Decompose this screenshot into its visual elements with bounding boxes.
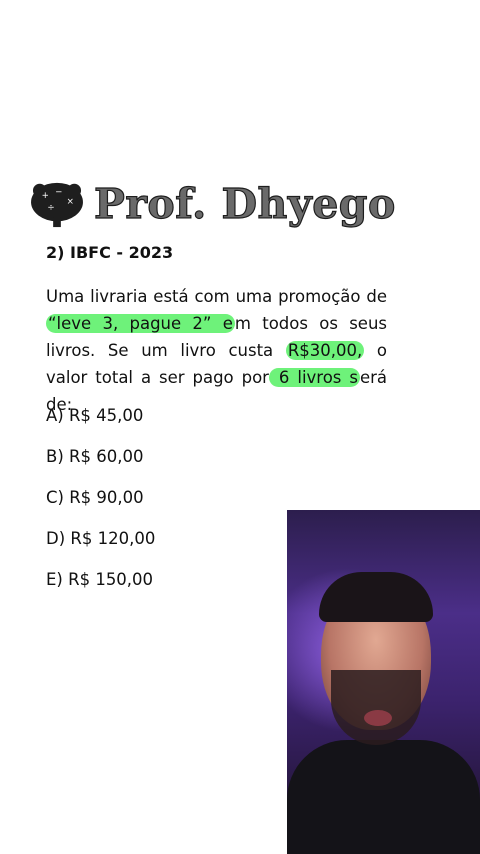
highlight-promo: “leve 3, pague 2” e (46, 314, 235, 333)
option-c[interactable]: C) R$ 90,00 (46, 488, 144, 507)
brand-title: Prof. Dhyego (93, 179, 396, 228)
question-header: 2) IBFC - 2023 (46, 243, 174, 262)
statement-text: Uma livraria está com uma promoção de (46, 287, 387, 306)
presenter-mouth (364, 710, 392, 726)
highlight-price: R$30,00, (285, 341, 365, 360)
presenter-hair (319, 572, 433, 622)
option-b[interactable]: B) R$ 60,00 (46, 447, 143, 466)
svg-text:+: + (42, 191, 49, 201)
svg-text:×: × (67, 197, 74, 207)
svg-text:÷: ÷ (47, 203, 54, 213)
svg-text:−: − (55, 187, 62, 197)
option-d[interactable]: D) R$ 120,00 (46, 529, 155, 548)
question-statement: Uma livraria está com uma promoção de “l… (46, 283, 387, 418)
presenter-shirt (287, 740, 480, 854)
option-a[interactable]: A) R$ 45,00 (46, 406, 143, 425)
highlight-quantity: 6 livros s (268, 368, 360, 387)
option-e[interactable]: E) R$ 150,00 (46, 570, 153, 589)
presenter-video (287, 510, 480, 854)
brain-icon: + − × ÷ (31, 182, 83, 228)
brand-logo: + − × ÷ Prof. Dhyego (28, 176, 396, 232)
